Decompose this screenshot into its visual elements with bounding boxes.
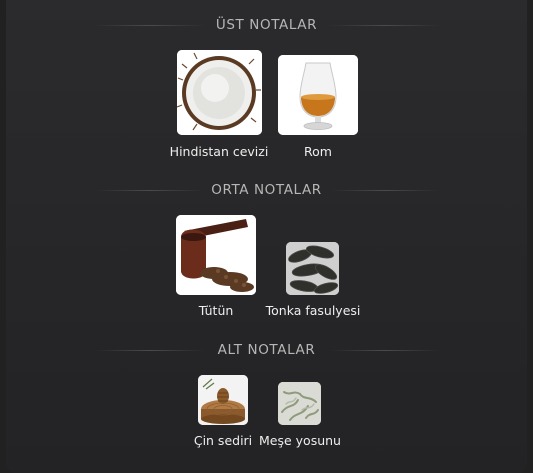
divider-left (95, 190, 205, 191)
section-title-text: ORTA NOTALAR (211, 182, 322, 198)
rum-glass-image (278, 55, 358, 135)
note-image-coconut[interactable] (177, 50, 262, 135)
note-image-rum[interactable] (278, 55, 358, 135)
note-image-tobacco[interactable] (176, 215, 256, 295)
section-title-text: ALT NOTALAR (217, 342, 316, 358)
note-image-tonka[interactable] (286, 242, 339, 295)
tobacco-pipe-image (176, 215, 256, 295)
cedar-wood-image (198, 375, 248, 425)
oakmoss-image (278, 382, 321, 425)
note-label: Rom (304, 144, 332, 159)
note-label: Tonka fasulyesi (265, 303, 361, 318)
notes-panel (6, 0, 527, 473)
divider-right (330, 350, 440, 351)
note-label: Çin sediri (193, 433, 253, 448)
note-label: Tütün (198, 303, 234, 318)
note-label: Meşe yosunu (259, 433, 341, 448)
note-label: Hindistan cevizi (169, 144, 269, 159)
divider-right (330, 25, 440, 26)
section-title-middle-notes: ORTA NOTALAR (0, 182, 533, 198)
section-title-top-notes: ÜST NOTALAR (0, 17, 533, 33)
divider-right (330, 190, 440, 191)
section-title-text: ÜST NOTALAR (215, 17, 318, 33)
tonka-beans-image (286, 242, 339, 295)
divider-left (95, 350, 205, 351)
note-image-cedar[interactable] (198, 375, 248, 425)
coconut-image (177, 50, 262, 135)
section-title-base-notes: ALT NOTALAR (0, 342, 533, 358)
note-image-oakmoss[interactable] (278, 382, 321, 425)
divider-left (95, 25, 205, 26)
